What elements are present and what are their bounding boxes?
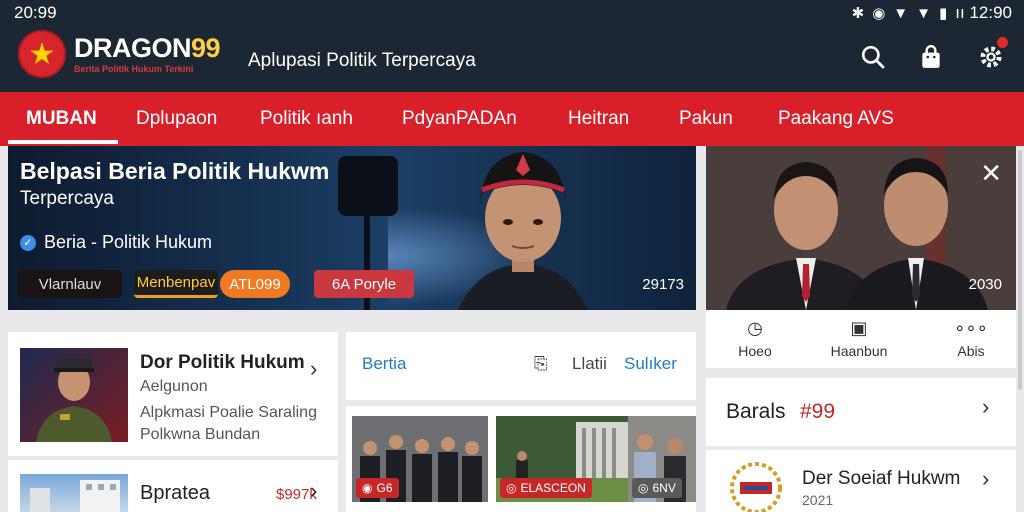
chevron-right-icon[interactable]: › bbox=[982, 466, 989, 492]
nav-item-5[interactable]: Heitran bbox=[568, 108, 629, 130]
hero-person-image bbox=[458, 152, 588, 310]
play-icon: ◎ bbox=[506, 481, 517, 495]
right-list-title[interactable]: Der Soeiaf Hukwm bbox=[802, 468, 960, 490]
chip-2[interactable]: Menbenpav bbox=[134, 270, 218, 298]
action-clock-label: Hoeo bbox=[738, 343, 772, 359]
video-thumbnail[interactable]: ✕ 2030 bbox=[706, 146, 1016, 310]
play-icon: ◎ bbox=[638, 481, 649, 495]
soldier-image bbox=[36, 358, 112, 442]
network-icon: ▼ bbox=[916, 4, 932, 22]
brand-subtitle: Berita Politik Hukum Terkini bbox=[74, 64, 194, 74]
nav-item-home[interactable]: MUBAN bbox=[26, 108, 97, 130]
tab-berita[interactable]: Bertia bbox=[362, 354, 406, 374]
gallery-item[interactable]: ◎ ELASCEON bbox=[496, 416, 632, 502]
tab-subscribe[interactable]: Sulıker bbox=[624, 354, 677, 374]
video-panel: ✕ 2030 ◷ Hoeo ▣ Haanbun ∘∘∘ Abis bbox=[706, 146, 1016, 368]
verified-check-icon: ✓ bbox=[20, 234, 36, 251]
tab-latest[interactable]: Llatii bbox=[572, 354, 607, 374]
nav-item-6[interactable]: Pakun bbox=[679, 108, 733, 130]
emblem-icon bbox=[730, 462, 782, 512]
hero-category: ✓ Beria - Politik Hukum bbox=[20, 232, 212, 253]
bag-icon[interactable] bbox=[916, 42, 946, 72]
nav-item-2[interactable]: Dplupaon bbox=[136, 108, 217, 130]
right-list-item[interactable]: Barals #99 › bbox=[706, 378, 1016, 446]
wifi-icon: ◉ bbox=[872, 5, 886, 22]
action-chat[interactable]: ▣ Haanbun bbox=[814, 318, 904, 359]
nav-item-politik[interactable]: Politik ıanh bbox=[260, 108, 353, 130]
action-more[interactable]: ∘∘∘ Abis bbox=[926, 318, 1016, 359]
gallery-badge: ◎ ELASCEON bbox=[500, 478, 592, 498]
app-tagline: Aplupasi Politik Terpercaya bbox=[248, 50, 476, 71]
search-icon[interactable] bbox=[858, 42, 888, 72]
bookmark-icon[interactable]: ⎘ bbox=[534, 354, 548, 374]
action-chat-label: Haanbun bbox=[830, 343, 888, 359]
status-icons: ✱ ◉ ▼ ▼ ▮ ıı 12:90 bbox=[852, 3, 1012, 23]
list-item[interactable]: Bpratea $997k › bbox=[8, 460, 338, 512]
building-thumbnail bbox=[20, 474, 128, 512]
photo-gallery: ◉ G6 ◎ ELASCEON ◎ 6NV bbox=[346, 406, 696, 512]
hero-title[interactable]: Belpasi Beria Politik Hukwm bbox=[20, 158, 329, 185]
video-count: 2030 bbox=[968, 276, 1002, 293]
gallery-item[interactable]: ◎ 6NV bbox=[628, 416, 696, 502]
gallery-badge-label: 6NV bbox=[652, 481, 676, 495]
chip-4[interactable]: 6A Poryle bbox=[314, 270, 414, 298]
hero-banner[interactable]: Belpasi Beria Politik Hukwm Terpercaya ✓… bbox=[8, 146, 696, 310]
list-item-title[interactable]: Dor Politik Hukum bbox=[140, 352, 305, 374]
hero-view-count: 29173 bbox=[642, 276, 684, 293]
chip-1[interactable]: Vlarnlauv bbox=[18, 270, 122, 298]
gallery-badge-label: ELASCEON bbox=[520, 481, 586, 495]
chevron-right-icon[interactable]: › bbox=[982, 394, 989, 420]
dragon-logo-icon[interactable]: ★ bbox=[18, 30, 66, 78]
active-tab-indicator bbox=[8, 140, 118, 144]
hero-subtitle: Terpercaya bbox=[20, 188, 114, 209]
list-item-title[interactable]: Bpratea bbox=[140, 482, 210, 505]
soldier-thumbnail bbox=[20, 348, 128, 442]
battery-icon: ▮ bbox=[939, 5, 948, 22]
brand-title[interactable]: DRAGON99 bbox=[74, 33, 221, 64]
right-list-sub: 2021 bbox=[802, 492, 834, 508]
nav-item-4[interactable]: PdyanPADAn bbox=[402, 108, 517, 130]
chat-icon: ▣ bbox=[850, 318, 868, 338]
play-icon: ◉ bbox=[362, 481, 373, 495]
hero-category-label: Beria - Politik Hukum bbox=[44, 232, 213, 252]
action-clock[interactable]: ◷ Hoeo bbox=[710, 318, 800, 359]
category-nav: MUBAN Dplupaon Politik ıanh PdyanPADAn H… bbox=[0, 92, 1024, 146]
nav-item-7[interactable]: Paakang AVS bbox=[778, 108, 894, 130]
right-list-item[interactable]: Der Soeiaf Hukwm 2021 › bbox=[706, 450, 1016, 512]
building-image bbox=[30, 480, 120, 512]
status-time: 20:99 bbox=[14, 3, 57, 22]
more-icon: ∘∘∘ bbox=[954, 318, 988, 338]
camera-icon bbox=[338, 156, 398, 216]
gallery-item[interactable]: ◉ G6 bbox=[352, 416, 488, 502]
right-list-accent: #99 bbox=[800, 400, 836, 423]
bluetooth-icon: ✱ bbox=[851, 5, 865, 22]
signal-icon: ▼ bbox=[893, 4, 909, 22]
gallery-badge-label: G6 bbox=[376, 481, 393, 495]
close-icon[interactable]: ✕ bbox=[980, 158, 1002, 189]
chevron-right-icon[interactable]: › bbox=[310, 356, 317, 382]
gallery-badge: ◉ G6 bbox=[356, 478, 399, 498]
app-header: 20:99 ✱ ◉ ▼ ▼ ▮ ıı 12:90 ★ DRAGON99 Beri… bbox=[0, 0, 1024, 92]
brand-main: DRAGON bbox=[74, 33, 192, 63]
chevron-right-icon[interactable]: › bbox=[310, 478, 317, 504]
gallery-badge: ◎ 6NV bbox=[632, 478, 682, 498]
action-more-label: Abis bbox=[957, 343, 985, 359]
chip-3[interactable]: ATL099 bbox=[220, 270, 290, 298]
list-item-line3: Polkwna Bundan bbox=[140, 426, 261, 443]
scrollbar[interactable] bbox=[1018, 150, 1022, 390]
clock-icon: ◷ bbox=[747, 318, 763, 338]
status-clock: ıı 12:90 bbox=[955, 3, 1012, 22]
list-item[interactable]: Dor Politik Hukum Aelgunon Alpkmasi Poal… bbox=[8, 332, 338, 456]
content-tabs: Bertia ⎘ Llatii Sulıker bbox=[346, 332, 696, 400]
list-item-line1: Aelgunon bbox=[140, 378, 208, 395]
right-list-title[interactable]: Barals bbox=[726, 400, 786, 424]
brand-number: 99 bbox=[191, 33, 221, 63]
notification-dot bbox=[997, 37, 1008, 48]
list-item-line2: Alpkmasi Poalie Saraling bbox=[140, 404, 317, 421]
